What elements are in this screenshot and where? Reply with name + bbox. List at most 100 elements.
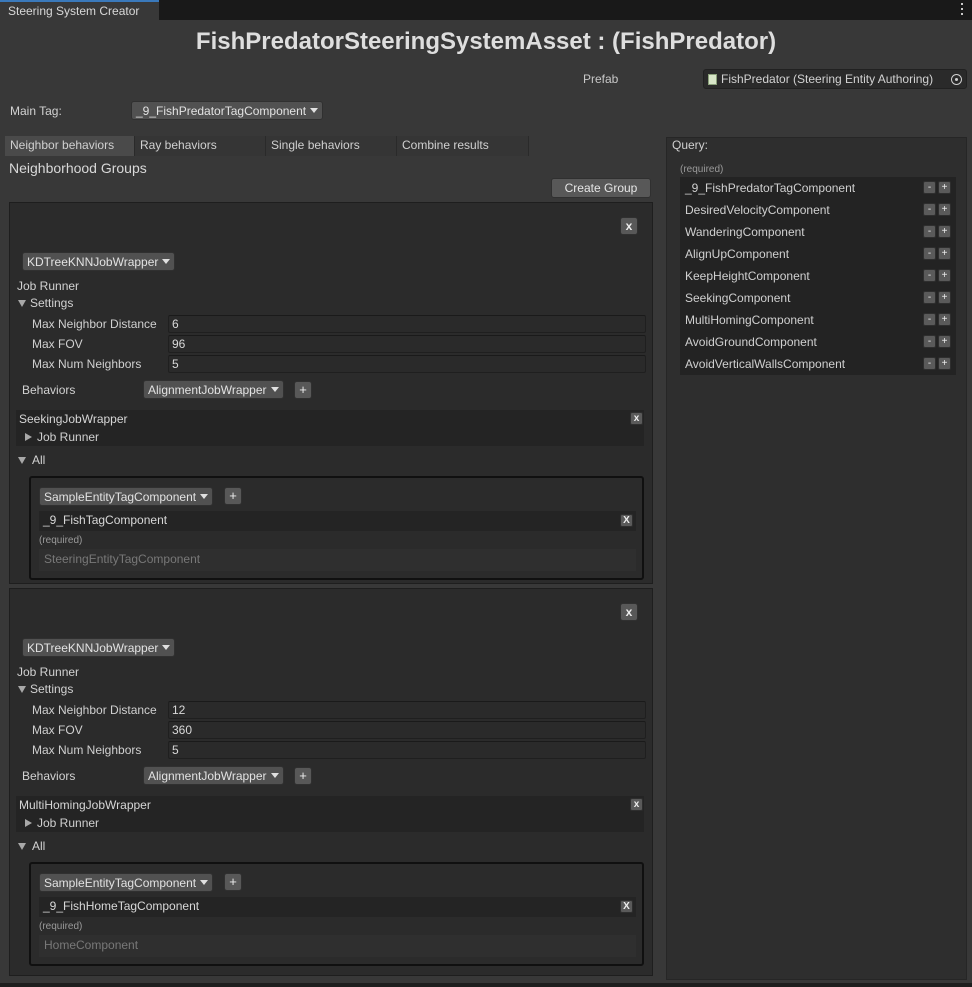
kebab-menu-icon[interactable] [958, 2, 966, 16]
remove-job-button[interactable]: x [630, 798, 643, 811]
max-neighbor-distance-field[interactable]: 6 [168, 315, 646, 333]
object-picker-icon[interactable] [951, 73, 962, 85]
behaviors-value: AlignmentJobWrapper [148, 382, 267, 397]
remove-group-button[interactable]: x [620, 603, 638, 621]
max-neighbor-distance-label: Max Neighbor Distance [32, 703, 157, 717]
job-runner-foldout[interactable]: Job Runner [25, 816, 99, 830]
tab-combine-results[interactable]: Combine results [397, 136, 529, 156]
remove-query-item-button[interactable]: - [923, 203, 936, 216]
behaviors-label: Behaviors [22, 769, 76, 783]
query-item: AlignUpComponent - + [680, 243, 956, 265]
job-runner-value: KDTreeKNNJobWrapper [27, 640, 159, 655]
remove-job-button[interactable]: x [630, 412, 643, 425]
job-runner-foldout-label: Job Runner [37, 430, 100, 444]
job-runner-dropdown[interactable]: KDTreeKNNJobWrapper [22, 252, 176, 271]
window-bottom-edge [0, 983, 972, 987]
max-neighbor-distance-field[interactable]: 12 [168, 701, 646, 719]
remove-query-item-button[interactable]: - [923, 313, 936, 326]
remove-query-item-button[interactable]: - [923, 225, 936, 238]
add-query-item-button[interactable]: + [938, 247, 951, 260]
settings-label: Settings [30, 296, 74, 310]
component-tag-name: _9_FishTagComponent [43, 513, 168, 527]
query-item-label: _9_FishPredatorTagComponent [685, 181, 856, 195]
remove-query-item-button[interactable]: - [923, 247, 936, 260]
component-dropdown[interactable]: SampleEntityTagComponent [39, 487, 214, 506]
add-query-item-button[interactable]: + [938, 181, 951, 194]
job-wrapper-name: SeekingJobWrapper [19, 412, 128, 426]
job-runner-foldout[interactable]: Job Runner [25, 430, 99, 444]
chevron-down-icon [270, 387, 279, 392]
remove-query-item-button[interactable]: - [923, 181, 936, 194]
remove-group-button[interactable]: x [620, 217, 638, 235]
settings-label: Settings [30, 682, 74, 696]
foldout-open-icon [18, 685, 26, 693]
required-label: (required) [39, 535, 83, 546]
create-group-button[interactable]: Create Group [551, 178, 651, 198]
behaviors-dropdown[interactable]: AlignmentJobWrapper [143, 766, 284, 785]
query-item-label: KeepHeightComponent [685, 269, 810, 283]
foldout-closed-icon [25, 433, 32, 441]
tab-single-behaviors[interactable]: Single behaviors [266, 136, 397, 156]
add-component-button[interactable]: + [224, 873, 242, 891]
component-dropdown[interactable]: SampleEntityTagComponent [39, 873, 214, 892]
job-runner-dropdown[interactable]: KDTreeKNNJobWrapper [22, 638, 176, 657]
max-num-neighbors-label: Max Num Neighbors [32, 357, 142, 371]
window-tab[interactable]: Steering System Creator [0, 0, 159, 20]
remove-component-button[interactable]: X [620, 514, 633, 527]
query-item: DesiredVelocityComponent - + [680, 199, 956, 221]
chevron-down-icon [200, 880, 209, 885]
all-foldout[interactable]: All [18, 839, 45, 853]
chevron-down-icon [162, 259, 171, 264]
remove-component-button[interactable]: X [620, 900, 633, 913]
remove-query-item-button[interactable]: - [923, 269, 936, 282]
query-item-label: DesiredVelocityComponent [685, 203, 830, 217]
add-query-item-button[interactable]: + [938, 291, 951, 304]
all-foldout[interactable]: All [18, 453, 45, 467]
settings-foldout[interactable]: Settings [18, 682, 73, 696]
add-query-item-button[interactable]: + [938, 225, 951, 238]
add-query-item-button[interactable]: + [938, 357, 951, 370]
required-component: SteeringEntityTagComponent [39, 549, 636, 571]
add-behavior-button[interactable]: + [294, 767, 312, 785]
foldout-open-icon [18, 456, 26, 464]
chevron-down-icon [270, 773, 279, 778]
query-component-list: _9_FishPredatorTagComponent - + DesiredVel… [680, 177, 956, 375]
job-runner-value: KDTreeKNNJobWrapper [27, 254, 159, 269]
query-item: AvoidGroundComponent - + [680, 331, 956, 353]
query-item: WanderingComponent - + [680, 221, 956, 243]
behaviors-value: AlignmentJobWrapper [148, 768, 267, 783]
max-fov-field[interactable]: 360 [168, 721, 646, 739]
max-num-neighbors-field[interactable]: 5 [168, 741, 646, 759]
required-component: HomeComponent [39, 935, 636, 957]
tab-neighbor-behaviors[interactable]: Neighbor behaviors [5, 136, 135, 156]
query-required-label: (required) [680, 164, 724, 175]
prefab-object-field[interactable]: FishPredator (Steering Entity Authoring) [703, 69, 967, 89]
job-wrapper-name: MultiHomingJobWrapper [19, 798, 151, 812]
add-component-button[interactable]: + [224, 487, 242, 505]
add-behavior-button[interactable]: + [294, 381, 312, 399]
max-fov-field[interactable]: 96 [168, 335, 646, 353]
add-query-item-button[interactable]: + [938, 269, 951, 282]
main-tag-label: Main Tag: [10, 104, 62, 118]
settings-foldout[interactable]: Settings [18, 296, 73, 310]
remove-query-item-button[interactable]: - [923, 357, 936, 370]
page-title: FishPredatorSteeringSystemAsset : (FishP… [195, 28, 777, 55]
query-item-label: AlignUpComponent [685, 247, 790, 261]
add-query-item-button[interactable]: + [938, 335, 951, 348]
max-neighbor-distance-label: Max Neighbor Distance [32, 317, 157, 331]
main-tag-dropdown[interactable]: _9_FishPredatorTagComponent [131, 101, 324, 120]
max-num-neighbors-field[interactable]: 5 [168, 355, 646, 373]
tab-ray-behaviors[interactable]: Ray behaviors [135, 136, 266, 156]
chevron-down-icon [162, 645, 171, 650]
remove-query-item-button[interactable]: - [923, 335, 936, 348]
add-query-item-button[interactable]: + [938, 203, 951, 216]
chevron-down-icon [310, 108, 319, 113]
component-dropdown-value: SampleEntityTagComponent [44, 875, 197, 890]
add-query-item-button[interactable]: + [938, 313, 951, 326]
foldout-closed-icon [25, 819, 32, 827]
remove-query-item-button[interactable]: - [923, 291, 936, 304]
behaviors-dropdown[interactable]: AlignmentJobWrapper [143, 380, 284, 399]
job-wrapper-item: MultiHomingJobWrapper x Job Runner [16, 796, 644, 832]
job-runner-label: Job Runner [17, 665, 80, 679]
query-item: MultiHomingComponent - + [680, 309, 956, 331]
